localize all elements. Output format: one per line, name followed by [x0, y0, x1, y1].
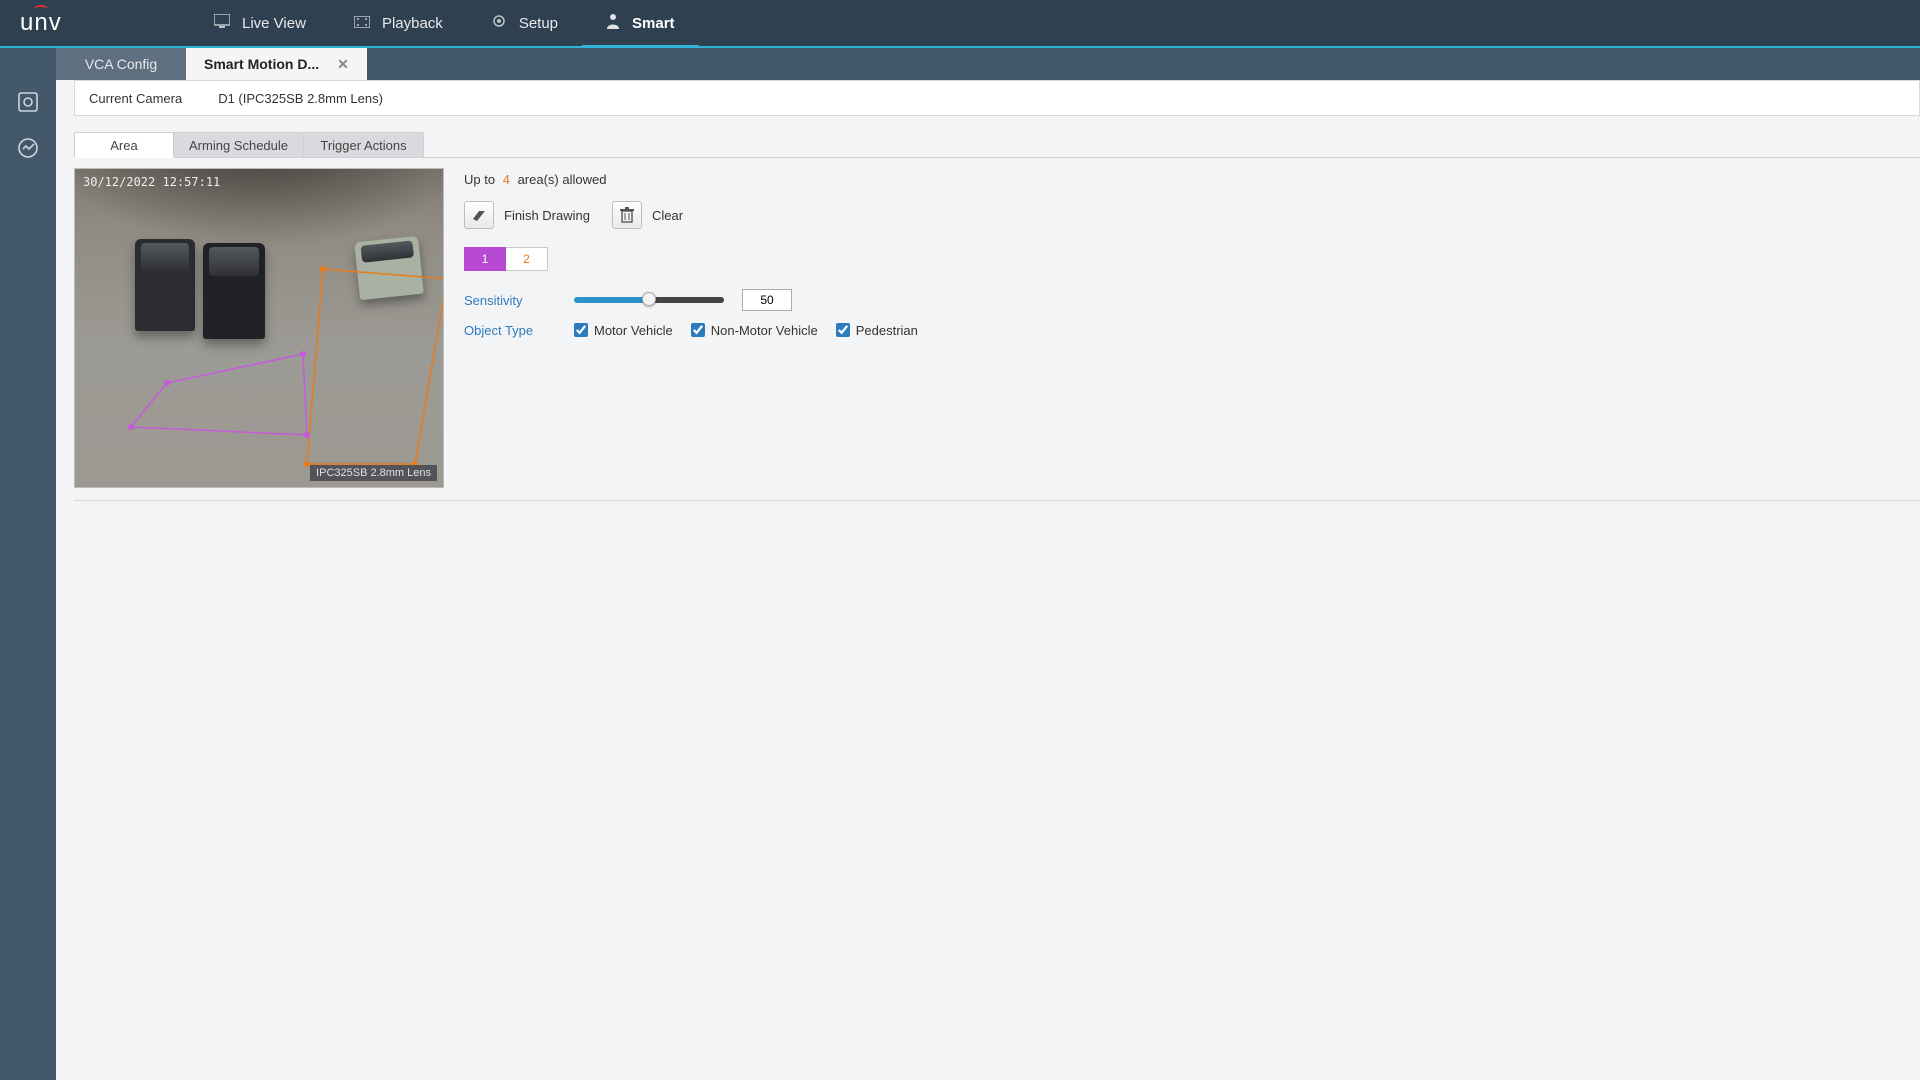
nav-label: Smart: [632, 15, 675, 32]
check-label: Pedestrian: [856, 323, 918, 338]
slider-thumb[interactable]: [642, 292, 656, 306]
subtab-row: Area Arming Schedule Trigger Actions: [74, 132, 1920, 158]
subtab-label: Trigger Actions: [320, 138, 406, 153]
tab-vca-config[interactable]: VCA Config: [56, 48, 186, 80]
person-icon: [606, 13, 620, 33]
eraser-icon: [464, 201, 494, 229]
monitor-icon: [214, 14, 230, 32]
brand-text: unv: [20, 9, 62, 37]
trash-icon: [612, 201, 642, 229]
allowed-prefix: Up to: [464, 172, 495, 187]
check-pedestrian[interactable]: Pedestrian: [836, 323, 918, 338]
check-label: Motor Vehicle: [594, 323, 673, 338]
config-icon[interactable]: [16, 90, 40, 114]
subtab-area[interactable]: Area: [74, 132, 174, 158]
page-tabs: VCA Config Smart Motion D... ✕: [56, 48, 367, 80]
nav-label: Live View: [242, 15, 306, 32]
film-icon: [354, 15, 370, 32]
nav-playback[interactable]: Playback: [330, 0, 467, 46]
sensitivity-controls: [574, 289, 792, 311]
top-nav: unv Live View Playback Setup Smart: [0, 0, 1920, 48]
brand-logo: unv: [0, 9, 120, 37]
area-tab-1[interactable]: 1: [464, 247, 506, 271]
object-type-checks: Motor Vehicle Non-Motor Vehicle Pedestri…: [574, 323, 918, 338]
subtab-trigger-actions[interactable]: Trigger Actions: [304, 132, 424, 158]
close-icon[interactable]: ✕: [337, 56, 349, 73]
analytics-icon[interactable]: [16, 136, 40, 160]
clear-button[interactable]: Clear: [612, 201, 683, 229]
nav-label: Setup: [519, 15, 558, 32]
left-rail: [0, 80, 56, 1080]
area-tab-2[interactable]: 2: [506, 247, 548, 271]
object-type-label: Object Type: [464, 323, 574, 338]
finish-drawing-button[interactable]: Finish Drawing: [464, 201, 590, 229]
area-number-tabs: 1 2: [464, 247, 1920, 271]
nav-smart[interactable]: Smart: [582, 0, 699, 46]
nav-live-view[interactable]: Live View: [190, 0, 330, 46]
checkbox[interactable]: [574, 323, 588, 337]
panel-body: 30/12/2022 12:57:11 IPC325SB 2.8mm Lens …: [74, 168, 1920, 488]
sensitivity-input[interactable]: [742, 289, 792, 311]
tab-smart-motion[interactable]: Smart Motion D... ✕: [186, 48, 367, 80]
checkbox[interactable]: [836, 323, 850, 337]
allowed-count: 4: [499, 172, 514, 187]
main: Current Camera D1 (IPC325SB 2.8mm Lens) …: [0, 80, 1920, 1080]
camera-preview[interactable]: 30/12/2022 12:57:11 IPC325SB 2.8mm Lens: [74, 168, 444, 488]
detection-areas-overlay: [75, 169, 444, 488]
sensitivity-label: Sensitivity: [464, 293, 574, 308]
page-tab-row: VCA Config Smart Motion D... ✕: [0, 48, 1920, 80]
current-camera-label: Current Camera: [75, 91, 204, 106]
area-settings: Up to 4 area(s) allowed Finish Drawing: [464, 168, 1920, 488]
gear-icon: [491, 13, 507, 33]
check-motor-vehicle[interactable]: Motor Vehicle: [574, 323, 673, 338]
sensitivity-slider[interactable]: [574, 297, 724, 303]
current-camera-bar: Current Camera D1 (IPC325SB 2.8mm Lens): [74, 80, 1920, 116]
preview-camera-label: IPC325SB 2.8mm Lens: [310, 465, 437, 481]
content: Current Camera D1 (IPC325SB 2.8mm Lens) …: [56, 80, 1920, 1080]
finish-drawing-label: Finish Drawing: [504, 208, 590, 223]
area-tab-label: 1: [482, 252, 489, 266]
sensitivity-row: Sensitivity: [464, 285, 1920, 315]
object-type-row: Object Type Motor Vehicle Non-Motor Vehi…: [464, 315, 1920, 345]
nav-setup[interactable]: Setup: [467, 0, 582, 46]
check-label: Non-Motor Vehicle: [711, 323, 818, 338]
subtab-label: Area: [110, 138, 137, 153]
subtab-label: Arming Schedule: [189, 138, 288, 153]
check-non-motor-vehicle[interactable]: Non-Motor Vehicle: [691, 323, 818, 338]
subtab-arming-schedule[interactable]: Arming Schedule: [174, 132, 304, 158]
current-camera-value[interactable]: D1 (IPC325SB 2.8mm Lens): [204, 91, 383, 106]
rail-spacer: [0, 48, 56, 80]
nav-label: Playback: [382, 15, 443, 32]
clear-label: Clear: [652, 208, 683, 223]
drawing-buttons: Finish Drawing Clear: [464, 201, 1920, 229]
tab-label: Smart Motion D...: [204, 56, 319, 72]
allowed-suffix: area(s) allowed: [518, 172, 607, 187]
areas-allowed-text: Up to 4 area(s) allowed: [464, 172, 1920, 187]
nav-items: Live View Playback Setup Smart: [190, 0, 699, 46]
area-tab-label: 2: [523, 252, 530, 266]
checkbox[interactable]: [691, 323, 705, 337]
tab-label: VCA Config: [85, 56, 157, 72]
